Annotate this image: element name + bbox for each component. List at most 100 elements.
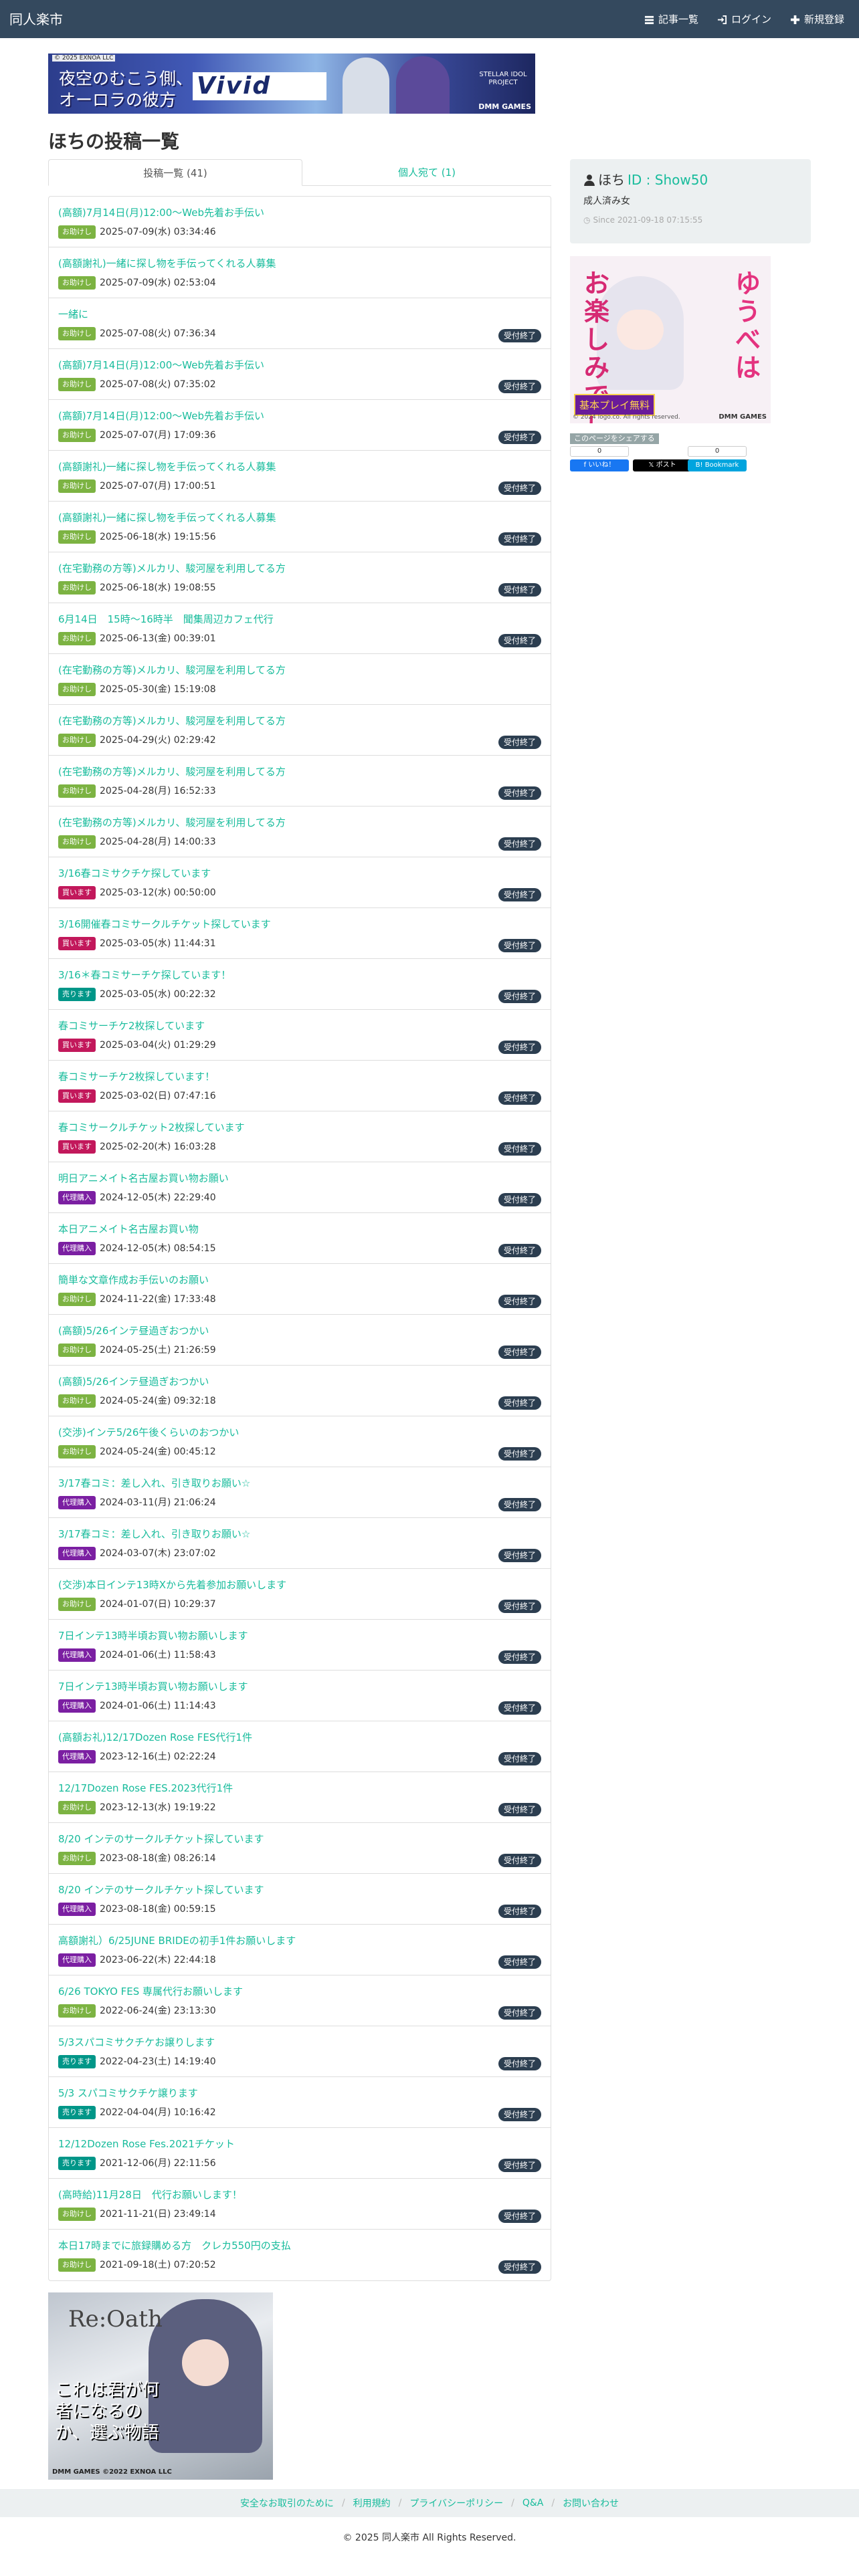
- status-badge: 受付終了: [498, 634, 541, 647]
- post-title-link[interactable]: (在宅勤務の方等)メルカリ、駿河屋を利用してる方: [58, 663, 286, 677]
- post-title-link[interactable]: 春コミサークルチケット2枚探しています: [58, 1121, 245, 1134]
- footer-link-privacy[interactable]: プライバシーポリシー: [409, 2496, 503, 2510]
- post-title-link[interactable]: (交渉)本日インテ13時Xから先着参加お願いします: [58, 1578, 286, 1592]
- post-title-link[interactable]: 8/20 インテのサークルチケット探しています: [58, 1832, 264, 1846]
- post-title-link[interactable]: (高額)5/26インテ昼過ぎおつかい: [58, 1324, 209, 1337]
- post-item: (高額お礼)12/17Dozen Rose FES代行1件 代理購入 2023-12…: [49, 1721, 551, 1772]
- post-title-link[interactable]: 春コミサーチケ2枚探しています: [58, 1019, 205, 1033]
- bottom-ad-banner[interactable]: Re:Oath これは君が何者になるのか、選ぶ物語 DMM GAMES ©202…: [48, 2292, 273, 2480]
- post-title-link[interactable]: (高額)5/26インテ昼過ぎおつかい: [58, 1375, 209, 1388]
- post-item: 5/3 スパコミサクチケ譲ります 売ります 2022-04-04(月) 10:16:…: [49, 2077, 551, 2128]
- status-badge: 受付終了: [498, 1193, 541, 1206]
- hatena-bookmark-button[interactable]: B! Bookmark: [688, 459, 747, 471]
- post-title-link[interactable]: 5/3 スパコミサクチケ譲ります: [58, 2086, 198, 2100]
- post-date: 2025-07-09(水) 03:34:46: [100, 227, 216, 237]
- status-badge: 受付終了: [498, 1142, 541, 1156]
- facebook-like-button[interactable]: f いいね！: [570, 459, 629, 471]
- post-meta: 買います 2025-03-05(水) 11:44:31: [58, 937, 216, 950]
- footer-link-contact[interactable]: お問い合わせ: [563, 2496, 619, 2510]
- footer-separator: /: [398, 2498, 402, 2508]
- footer-link-faq[interactable]: Q&A: [522, 2498, 544, 2508]
- footer-link-safety[interactable]: 安全なお取引のために: [240, 2496, 334, 2510]
- ad-cta: 基本プレイ無料: [574, 394, 656, 416]
- facebook-share[interactable]: 0 f いいね！: [570, 446, 629, 473]
- post-title-link[interactable]: 3/16春コミサクチケ探しています: [58, 867, 211, 880]
- hatena-share[interactable]: 0 B! Bookmark: [688, 446, 747, 473]
- post-title-link[interactable]: 5/3スパコミサクチケお譲りします: [58, 2036, 215, 2049]
- post-title-link[interactable]: 7日インテ13時半頃お買い物お願いします: [58, 1680, 248, 1693]
- post-title-link[interactable]: 一緒に: [58, 308, 88, 321]
- status-badge: 受付終了: [498, 380, 541, 393]
- post-title-link[interactable]: 6/26 TOKYO FES 専属代行お願いします: [58, 1985, 243, 1998]
- post-meta: 代理購入 2024-12-05(木) 22:29:40: [58, 1191, 216, 1204]
- post-title-link[interactable]: (高額謝礼)一緒に探し物を手伝ってくれる人募集: [58, 511, 276, 524]
- status-badge: 受付終了: [498, 1549, 541, 1562]
- post-title-link[interactable]: (高額)7月14日(月)12:00〜Web先着お手伝い: [58, 358, 264, 372]
- post-title-link[interactable]: (高額)7月14日(月)12:00〜Web先着お手伝い: [58, 409, 264, 423]
- category-badge: 代理購入: [58, 1242, 96, 1255]
- post-title-link[interactable]: (高額謝礼)一緒に探し物を手伝ってくれる人募集: [58, 257, 276, 270]
- profile-id-link[interactable]: ID : Show50: [628, 171, 708, 189]
- status-badge: 受付終了: [498, 1854, 541, 1867]
- post-title-link[interactable]: 本日アニメイト名古屋お買い物: [58, 1222, 199, 1236]
- post-item: (高額)7月14日(月)12:00〜Web先着お手伝い お助けし 2025-07-0…: [49, 349, 551, 400]
- post-title-link[interactable]: 高額謝礼）6/25JUNE BRIDEの初手1件お願いします: [58, 1934, 296, 1947]
- nav-login-link[interactable]: ログイン: [717, 13, 771, 26]
- post-title-link[interactable]: 3/17春コミ：差し入れ、引き取りお願い☆: [58, 1477, 250, 1490]
- category-badge: 代理購入: [58, 1953, 96, 1967]
- post-title-link[interactable]: (在宅勤務の方等)メルカリ、駿河屋を利用してる方: [58, 816, 286, 829]
- post-date: 2023-06-22(木) 22:44:18: [100, 1955, 216, 1965]
- post-date: 2022-06-24(金) 23:13:30: [100, 2006, 216, 2016]
- post-title-link[interactable]: (高額)7月14日(月)12:00〜Web先着お手伝い: [58, 206, 264, 219]
- post-title-link[interactable]: (交渉)インテ5/26午後くらいのおつかい: [58, 1426, 239, 1439]
- post-title-link[interactable]: 7日インテ13時半頃お買い物お願いします: [58, 1629, 248, 1642]
- top-ad-banner[interactable]: © 2025 EXNOA LLC 夜空のむこう側、 オーロラの彼方 Vivid …: [48, 53, 535, 114]
- tab-personal[interactable]: 個人宛て (1): [302, 159, 551, 186]
- post-title-link[interactable]: 6月14日 15時〜16時半 聞集周辺カフェ代行: [58, 613, 274, 626]
- category-badge: お助けし: [58, 479, 96, 493]
- post-meta: お助けし 2025-07-08(火) 07:35:02: [58, 378, 216, 391]
- status-badge: 受付終了: [498, 2210, 541, 2223]
- x-post-button[interactable]: 𝕏 ポスト: [633, 459, 692, 471]
- category-badge: お助けし: [58, 2258, 96, 2272]
- status-badge: 受付終了: [498, 2159, 541, 2172]
- post-title-link[interactable]: 3/17春コミ：差し入れ、引き取りお願い☆: [58, 1527, 250, 1541]
- post-title-link[interactable]: 12/12Dozen Rose Fes.2021チケット: [58, 2137, 235, 2151]
- post-title-link[interactable]: 本日17時までに旅録購める方 クレカ550円の支払: [58, 2239, 291, 2252]
- status-badge: 受付終了: [498, 1447, 541, 1461]
- post-item: (在宅勤務の方等)メルカリ、駿河屋を利用してる方 お助けし 2025-04-29(火…: [49, 705, 551, 756]
- post-title-link[interactable]: 3/16開催春コミサークルチケット探しています: [58, 918, 271, 931]
- brand-logo[interactable]: 同人楽市: [9, 11, 63, 27]
- post-title-link[interactable]: 3/16＊春コミサーチケ探しています！: [58, 968, 231, 982]
- post-item: (交渉)インテ5/26午後くらいのおつかい お助けし 2024-05-24(金) 0…: [49, 1416, 551, 1467]
- post-title-link[interactable]: 簡単な文章作成お手伝いのお願い: [58, 1273, 209, 1287]
- post-title-link[interactable]: 明日アニメイト名古屋お買い物お願い: [58, 1172, 229, 1185]
- status-badge: 受付終了: [498, 1600, 541, 1613]
- footer-link-terms[interactable]: 利用規約: [353, 2496, 391, 2510]
- post-title-link[interactable]: (在宅勤務の方等)メルカリ、駿河屋を利用してる方: [58, 765, 286, 778]
- post-meta: お助けし 2025-07-08(火) 07:36:34: [58, 327, 216, 340]
- post-title-link[interactable]: 8/20 インテのサークルチケット探しています: [58, 1883, 264, 1897]
- nav-register-link[interactable]: 新規登録: [790, 13, 844, 26]
- post-title-link[interactable]: 12/17Dozen Rose FES.2023代行1件: [58, 1782, 233, 1795]
- post-title-link[interactable]: (高額謝礼)一緒に探し物を手伝ってくれる人募集: [58, 460, 276, 473]
- side-ad-banner[interactable]: ゆうべは お楽しみでしたね 基本プレイ無料 © 2024 logo.co. Al…: [570, 256, 771, 423]
- post-date: 2025-03-05(水) 00:22:32: [100, 989, 216, 1000]
- nav-articles-link[interactable]: 記事一覧: [644, 13, 698, 26]
- status-badge: 受付終了: [498, 1955, 541, 1969]
- share-label: このページをシェアする: [570, 433, 659, 444]
- post-title-link[interactable]: (在宅勤務の方等)メルカリ、駿河屋を利用してる方: [58, 562, 286, 575]
- tab-posts[interactable]: 投稿一覧 (41): [48, 159, 302, 186]
- x-share[interactable]: 𝕏 ポスト: [633, 446, 692, 473]
- post-title-link[interactable]: 春コミサーチケ2枚探しています！: [58, 1070, 215, 1083]
- post-title-link[interactable]: (高額お礼)12/17Dozen Rose FES代行1件: [58, 1731, 252, 1744]
- category-badge: お助けし: [58, 327, 96, 340]
- status-badge: 受付終了: [498, 1701, 541, 1715]
- post-title-link[interactable]: (在宅勤務の方等)メルカリ、駿河屋を利用してる方: [58, 714, 286, 728]
- post-date: 2024-01-06(土) 11:14:43: [100, 1701, 216, 1711]
- footer-separator: /: [551, 2498, 555, 2508]
- status-badge: 受付終了: [498, 1346, 541, 1359]
- post-item: (高額謝礼)一緒に探し物を手伝ってくれる人募集 お助けし 2025-07-07(月)…: [49, 451, 551, 502]
- post-title-link[interactable]: (高時給)11月28日 代行お願いします！: [58, 2188, 242, 2202]
- post-item: 春コミサークルチケット2枚探しています 買います 2025-02-20(木) 16:…: [49, 1111, 551, 1162]
